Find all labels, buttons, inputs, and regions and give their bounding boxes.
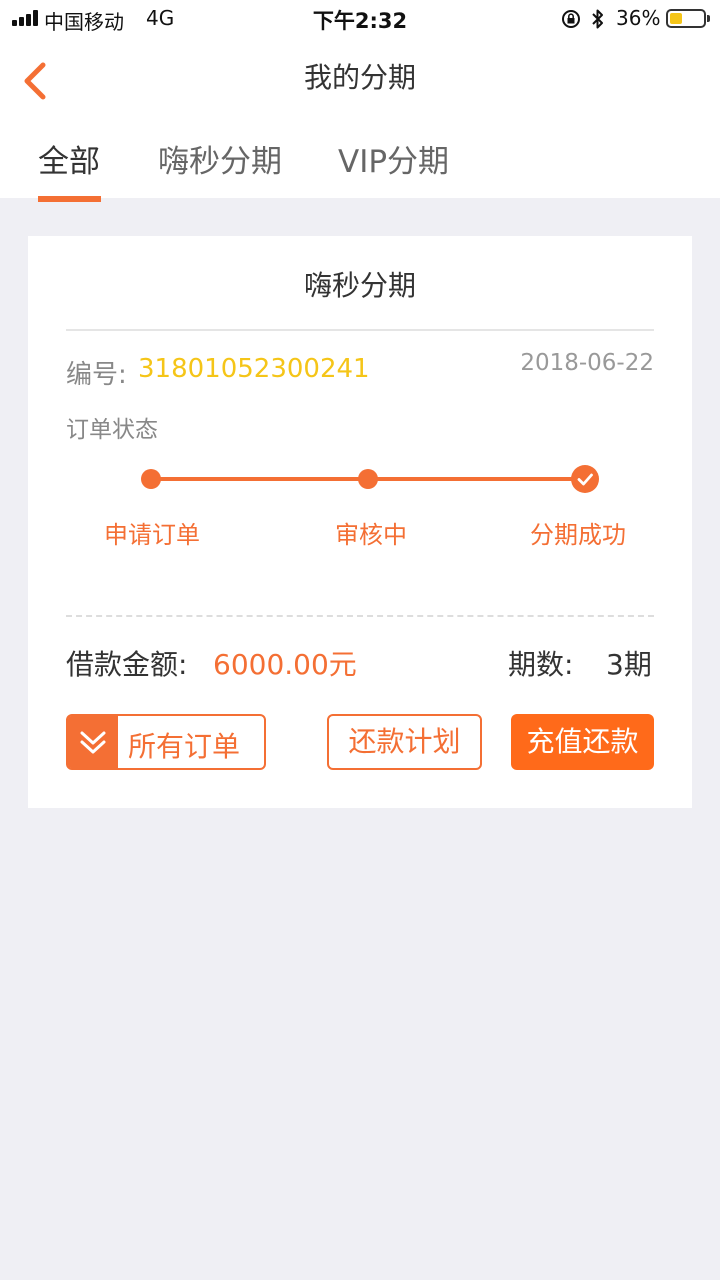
tab-all[interactable]: 全部 bbox=[38, 136, 100, 181]
step-label-success: 分期成功 bbox=[530, 521, 626, 549]
page-title: 我的分期 bbox=[303, 61, 416, 94]
installment-card: 嗨秒分期 编号: 31801052300241 2018-06-22 订单状态 … bbox=[28, 236, 692, 808]
loan-amount-label: 借款金额: bbox=[66, 648, 188, 681]
all-orders-button[interactable]: 所有订单 bbox=[66, 714, 266, 770]
screen: 中国移动 4G 下午2:32 36% 我的分期 全部 嗨秒分期 VIP分期 嗨秒… bbox=[0, 0, 720, 1280]
tab-indicator bbox=[38, 196, 101, 202]
check-icon bbox=[571, 465, 599, 493]
bluetooth-icon bbox=[592, 9, 603, 29]
order-number-label: 编号: bbox=[66, 360, 127, 390]
divider bbox=[66, 329, 654, 331]
order-date: 2018-06-22 bbox=[520, 350, 654, 376]
order-status-label: 订单状态 bbox=[66, 417, 158, 443]
step-dot-review bbox=[358, 469, 378, 489]
rotation-lock-icon bbox=[562, 10, 580, 28]
battery-icon bbox=[666, 9, 710, 28]
battery-percent: 36% bbox=[616, 6, 661, 30]
order-number: 31801052300241 bbox=[138, 354, 370, 384]
clock: 下午2:32 bbox=[312, 9, 408, 33]
nav-bar: 我的分期 bbox=[0, 38, 720, 116]
recharge-repay-button[interactable]: 充值还款 bbox=[511, 714, 654, 770]
step-label-apply: 申请订单 bbox=[104, 521, 200, 549]
step-dot-apply bbox=[141, 469, 161, 489]
step-label-review: 审核中 bbox=[335, 521, 407, 549]
card-title: 嗨秒分期 bbox=[303, 269, 416, 302]
repayment-plan-button[interactable]: 还款计划 bbox=[327, 714, 482, 770]
loan-amount-value: 6000.00元 bbox=[213, 648, 357, 681]
dashed-divider bbox=[66, 615, 654, 617]
tab-bar: 全部 嗨秒分期 VIP分期 bbox=[0, 116, 720, 202]
periods-value: 3期 bbox=[606, 648, 652, 681]
tab-vip[interactable]: VIP分期 bbox=[338, 136, 449, 181]
tab-haimiao[interactable]: 嗨秒分期 bbox=[158, 136, 282, 181]
periods-label: 期数: bbox=[508, 648, 574, 681]
status-bar: 中国移动 4G 下午2:32 36% bbox=[0, 0, 720, 38]
double-chevron-down-icon bbox=[68, 716, 118, 768]
all-orders-label: 所有订单 bbox=[128, 730, 241, 763]
